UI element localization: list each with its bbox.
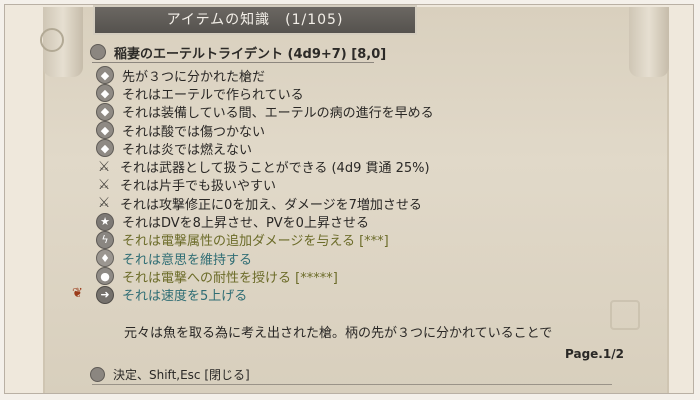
property-row: ϟ それは電撃属性の追加ダメージを与える [***] [96, 230, 616, 250]
property-row: ⚔ それは片手でも扱いやすい [96, 176, 616, 195]
diamond-icon: ◆ [96, 84, 114, 103]
page-indicator[interactable]: Page.1/2 [565, 347, 624, 361]
property-text: それはエーテルで作られている [122, 87, 304, 103]
property-row: ➜ それは速度を5上げる [96, 285, 616, 305]
hint-icon [90, 367, 105, 382]
property-row: ◆ 先が３つに分かれた槍だ [96, 66, 616, 85]
property-text: それは電撃属性の追加ダメージを与える [***] [122, 234, 389, 250]
header-divider [92, 62, 374, 63]
sword-icon: ⚔ [97, 176, 111, 193]
sword-icon: ⚔ [97, 195, 111, 212]
footer-hint: 決定、Shift,Esc [閉じる] [90, 366, 250, 383]
item-property-list: ◆ 先が３つに分かれた槍だ ◆ それはエーテルで作られている ◆ それは装備して… [96, 66, 616, 304]
ornament-right [610, 300, 640, 330]
property-row: ● それは電撃への耐性を授ける [*****] [96, 267, 616, 286]
property-text: それは装備している間、エーテルの病の進行を早める [122, 106, 434, 122]
property-text: それは電撃への耐性を授ける [*****] [122, 270, 338, 286]
diamond-icon: ◆ [96, 139, 114, 158]
diamond-icon: ◆ [96, 66, 114, 85]
footer-divider [92, 384, 612, 385]
item-header-icon [90, 44, 106, 60]
will-icon: ♦ [96, 249, 114, 268]
property-text: それは攻撃修正に0を加え、ダメージを7増加させる [120, 197, 422, 213]
property-row: ⚔ それは攻撃修正に0を加え、ダメージを7増加させる [96, 194, 616, 213]
property-text: それは片手でも扱いやすい [120, 179, 277, 195]
property-row: ♦ それは意思を維持する [96, 249, 616, 268]
property-text: それは炎では燃えない [122, 142, 253, 158]
window-title: アイテムの知識 (1/105) [93, 5, 417, 35]
property-text: それは速度を5上げる [122, 289, 248, 305]
property-row: ◆ それは炎では燃えない [96, 139, 616, 158]
cursor-marker-icon: ❦ [72, 286, 83, 301]
resist-icon: ● [96, 267, 114, 286]
property-text: それはDVを8上昇させ、PVを0上昇させる [122, 216, 369, 232]
property-row: ⚔ それは武器として扱うことができる (4d9 貫通 25%) [96, 157, 616, 177]
scroll-roll-right [629, 7, 669, 77]
star-icon: ★ [96, 212, 114, 231]
lightning-icon: ϟ [96, 230, 114, 249]
diamond-icon: ◆ [96, 121, 114, 140]
item-description: 元々は魚を取る為に考え出された槍。柄の先が３つに分かれていることで [124, 326, 553, 341]
property-row: ◆ それはエーテルで作られている [96, 84, 616, 103]
ornament-left [40, 28, 64, 52]
property-row: ◆ それは装備している間、エーテルの病の進行を早める [96, 102, 616, 122]
property-text: それは武器として扱うことができる (4d9 貫通 25%) [120, 161, 430, 177]
item-name: 稲妻のエーテルトライデント (4d9+7) [8,0] [114, 46, 387, 62]
sword-icon: ⚔ [97, 158, 111, 175]
property-text: それは酸では傷つかない [122, 124, 266, 140]
footer-hint-text: 決定、Shift,Esc [閉じる] [113, 368, 250, 382]
diamond-icon: ◆ [96, 102, 114, 121]
speed-icon: ➜ [96, 285, 114, 304]
property-text: 先が３つに分かれた槍だ [122, 69, 266, 85]
property-text: それは意思を維持する [122, 252, 253, 268]
property-row: ★ それはDVを8上昇させ、PVを0上昇させる [96, 212, 616, 232]
property-row: ◆ それは酸では傷つかない [96, 121, 616, 140]
item-name-header: 稲妻のエーテルトライデント (4d9+7) [8,0] [90, 42, 386, 62]
